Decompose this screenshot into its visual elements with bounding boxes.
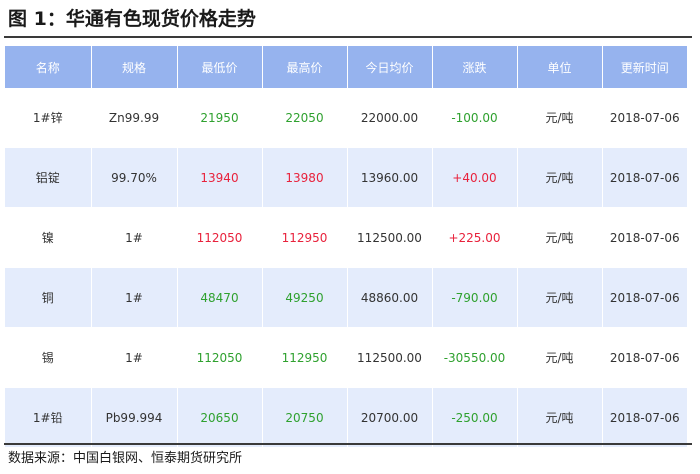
cell-name: 1#铅 bbox=[5, 387, 91, 448]
header-unit: 单位 bbox=[516, 46, 602, 88]
cell-date: 2018-07-06 bbox=[601, 207, 687, 268]
cell-unit: 元/吨 bbox=[516, 387, 602, 448]
table-row: 1#铅 Pb99.994 20650 20750 20700.00 -250.00 元/吨 2… bbox=[5, 387, 687, 448]
cell-date: 2018-07-06 bbox=[601, 267, 687, 328]
source-note: 数据来源：中国白银网、恒泰期货研究所 bbox=[8, 451, 243, 466]
top-rule bbox=[4, 36, 692, 38]
cell-spec: Pb99.994 bbox=[90, 387, 177, 448]
header-name: 名称 bbox=[5, 46, 91, 88]
figure-title: 图 1：华通有色现货价格走势 bbox=[8, 8, 256, 30]
cell-change: -790.00 bbox=[431, 267, 517, 328]
table-row: 镍 1# 112050 112950 112500.00 +225.00 元/吨 2018-0… bbox=[5, 207, 687, 268]
cell-name: 铝锭 bbox=[5, 147, 91, 208]
cell-spec: 1# bbox=[90, 327, 177, 388]
cell-spec: 1# bbox=[90, 267, 177, 328]
cell-low: 112050 bbox=[176, 207, 262, 268]
cell-spec: Zn99.99 bbox=[90, 88, 177, 148]
cell-high: 49250 bbox=[261, 267, 347, 328]
table-row: 铜 1# 48470 49250 48860.00 -790.00 元/吨 2018-07-0… bbox=[5, 267, 687, 328]
header-low: 最低价 bbox=[176, 46, 262, 88]
cell-name: 镍 bbox=[5, 207, 91, 268]
cell-spec: 99.70% bbox=[90, 147, 177, 208]
header-date: 更新时间 bbox=[601, 46, 687, 88]
cell-change: -250.00 bbox=[431, 387, 517, 448]
cell-unit: 元/吨 bbox=[516, 327, 602, 388]
cell-avg: 112500.00 bbox=[346, 207, 432, 268]
cell-date: 2018-07-06 bbox=[601, 147, 687, 208]
price-table-container: 名称 规格 最低价 最高价 今日均价 涨跌 单位 更新时间 1#锌 Zn99.99… bbox=[5, 46, 687, 448]
cell-low: 48470 bbox=[176, 267, 262, 328]
cell-name: 锡 bbox=[5, 327, 91, 388]
cell-high: 22050 bbox=[261, 88, 347, 148]
cell-date: 2018-07-06 bbox=[601, 387, 687, 448]
cell-change: -30550.00 bbox=[431, 327, 517, 388]
cell-avg: 13960.00 bbox=[346, 147, 432, 208]
table-body: 1#锌 Zn99.99 21950 22050 22000.00 -100.00 元/吨 20… bbox=[5, 88, 687, 448]
table-row: 1#锌 Zn99.99 21950 22050 22000.00 -100.00 元/吨 20… bbox=[5, 88, 687, 148]
cell-date: 2018-07-06 bbox=[601, 88, 687, 148]
cell-unit: 元/吨 bbox=[516, 267, 602, 328]
cell-high: 112950 bbox=[261, 327, 347, 388]
cell-unit: 元/吨 bbox=[516, 88, 602, 148]
cell-change: +40.00 bbox=[431, 147, 517, 208]
cell-avg: 112500.00 bbox=[346, 327, 432, 388]
cell-high: 112950 bbox=[261, 207, 347, 268]
cell-unit: 元/吨 bbox=[516, 207, 602, 268]
cell-date: 2018-07-06 bbox=[601, 327, 687, 388]
cell-high: 13980 bbox=[261, 147, 347, 208]
bottom-rule bbox=[4, 443, 692, 445]
cell-avg: 48860.00 bbox=[346, 267, 432, 328]
price-table: 名称 规格 最低价 最高价 今日均价 涨跌 单位 更新时间 1#锌 Zn99.99… bbox=[5, 46, 687, 448]
table-row: 锡 1# 112050 112950 112500.00 -30550.00 元/吨 2018… bbox=[5, 327, 687, 388]
cell-avg: 22000.00 bbox=[346, 88, 432, 148]
header-avg: 今日均价 bbox=[346, 46, 432, 88]
header-high: 最高价 bbox=[261, 46, 347, 88]
cell-low: 112050 bbox=[176, 327, 262, 388]
header-row: 名称 规格 最低价 最高价 今日均价 涨跌 单位 更新时间 bbox=[5, 46, 687, 88]
cell-low: 20650 bbox=[176, 387, 262, 448]
cell-avg: 20700.00 bbox=[346, 387, 432, 448]
cell-name: 铜 bbox=[5, 267, 91, 328]
cell-low: 21950 bbox=[176, 88, 262, 148]
cell-low: 13940 bbox=[176, 147, 262, 208]
header-spec: 规格 bbox=[90, 46, 177, 88]
cell-unit: 元/吨 bbox=[516, 147, 602, 208]
cell-high: 20750 bbox=[261, 387, 347, 448]
cell-name: 1#锌 bbox=[5, 88, 91, 148]
table-row: 铝锭 99.70% 13940 13980 13960.00 +40.00 元/吨 2018-… bbox=[5, 147, 687, 208]
header-change: 涨跌 bbox=[431, 46, 517, 88]
cell-change: -100.00 bbox=[431, 88, 517, 148]
cell-change: +225.00 bbox=[431, 207, 517, 268]
cell-spec: 1# bbox=[90, 207, 177, 268]
